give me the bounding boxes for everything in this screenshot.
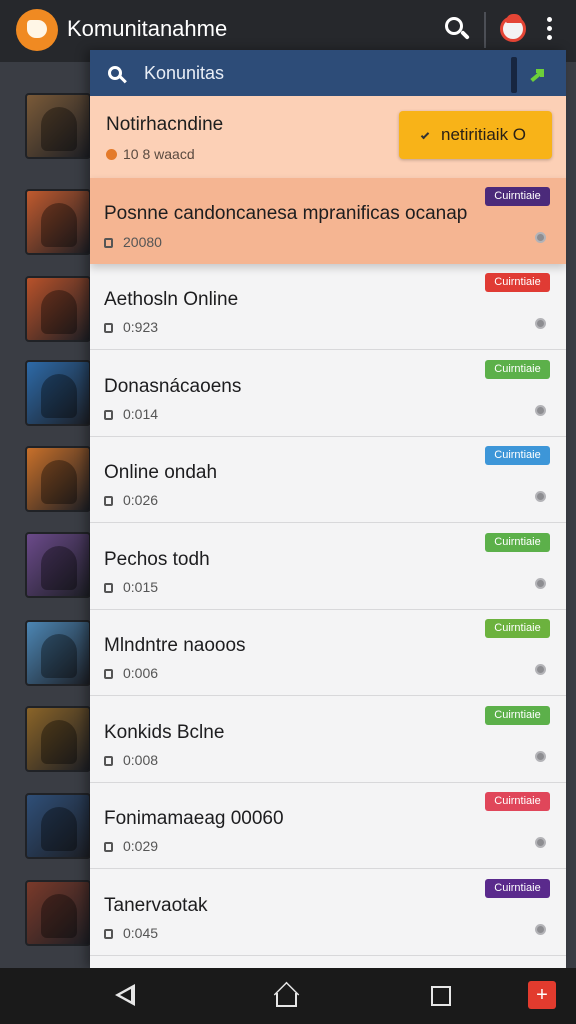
calendar-icon (104, 669, 113, 679)
clock-icon (106, 149, 117, 160)
notification-meta: 10 8 waacd (106, 146, 195, 162)
status-badge: Cuirntiaie (485, 619, 550, 638)
game-thumbnail[interactable] (25, 620, 91, 686)
calendar-icon (104, 496, 113, 506)
status-dot-icon (535, 404, 546, 416)
status-badge: Cuirntiaie (485, 273, 550, 292)
game-thumbnail[interactable] (25, 532, 91, 598)
list-item[interactable]: Tanervaotak 0:045 Cuirntiaie (90, 870, 566, 956)
list-item-meta: 0:008 (104, 752, 158, 768)
panel-search-bar[interactable]: Konunitas (90, 50, 566, 96)
status-dot-icon (535, 232, 546, 243)
system-navbar: + (0, 968, 576, 1024)
list-item-title: Konkids Bclne (104, 721, 225, 743)
avatar-icon[interactable] (500, 14, 526, 42)
featured-meta: 20080 (104, 234, 162, 250)
game-thumbnail[interactable] (25, 793, 91, 859)
status-dot-icon (535, 837, 546, 848)
status-dot-icon (535, 577, 546, 589)
list-item-title: Donasnácaoens (104, 375, 242, 397)
calendar-icon (104, 755, 113, 766)
list-item-title: Pechos todh (104, 548, 210, 570)
game-thumbnail[interactable] (25, 446, 91, 512)
list-item-meta: 0:029 (104, 838, 158, 854)
status-dot-icon (535, 318, 546, 329)
status-badge: Cuirntiaie (485, 446, 550, 465)
status-badge: Cuirntiaie (485, 878, 550, 898)
check-icon (420, 130, 430, 140)
kebab-menu-icon[interactable] (546, 17, 554, 43)
status-badge: Cuirntiaie (485, 359, 550, 379)
game-thumbnail[interactable] (25, 189, 91, 255)
calendar-icon (104, 409, 113, 420)
community-panel: Konunitas Notirhacndine 10 8 waacd netir… (90, 50, 566, 968)
featured-row[interactable]: Posnne candoncanesa mpranificas ocanap 2… (90, 178, 566, 264)
search-input[interactable]: Konunitas (144, 63, 224, 84)
status-badge: Cuirntiaie (485, 792, 550, 811)
status-dot-icon (535, 664, 546, 675)
featured-title: Posnne candoncanesa mpranificas ocanap (104, 203, 468, 224)
calendar-icon (104, 928, 113, 939)
list-item[interactable]: Fonimamaeag 00060 0:029 Cuirntiaie (90, 783, 566, 869)
list-item-meta: 0:026 (104, 492, 158, 508)
status-badge: Cuirntiaie (485, 532, 550, 552)
list-item-title: Tanervaotak (104, 894, 208, 916)
list-item-meta: 0:045 (104, 925, 158, 941)
status-dot-icon (535, 750, 546, 762)
calendar-icon (104, 582, 113, 593)
calendar-icon (104, 238, 113, 248)
list-item[interactable]: Aethosln Online 0:923 Cuirntiaie (90, 264, 566, 350)
list-item-title: Aethosln Online (104, 289, 239, 310)
list-item[interactable]: Donasnácaoens 0:014 Cuirntiaie (90, 351, 566, 437)
list-item-title: Fonimamaeag 00060 (104, 808, 284, 829)
calendar-icon (104, 842, 113, 852)
divider (484, 12, 486, 48)
status-badge: Cuirntiaie (485, 187, 550, 206)
list-item-meta: 0:014 (104, 406, 158, 422)
list-item[interactable]: Pechos todh 0:015 Cuirntiaie (90, 524, 566, 610)
notification-title: Notirhacndine (106, 114, 224, 135)
list-item-meta: 0:923 (104, 319, 158, 335)
search-icon[interactable] (436, 10, 476, 50)
status-badge: Cuirntiaie (485, 705, 550, 725)
game-thumbnail[interactable] (25, 93, 91, 159)
game-thumbnail[interactable] (25, 360, 91, 426)
notification-card[interactable]: Notirhacndine 10 8 waacd netiritiaik O (90, 96, 566, 178)
recents-icon[interactable] (431, 986, 451, 1006)
calendar-icon (104, 323, 113, 333)
game-thumbnail[interactable] (25, 706, 91, 772)
app-logo-icon[interactable] (16, 9, 58, 51)
plus-icon[interactable]: + (528, 981, 556, 1009)
list-item-title: Mlndntre naooos (104, 635, 246, 656)
scroll-handle[interactable] (511, 57, 517, 93)
game-thumbnail[interactable] (25, 276, 91, 342)
list-item[interactable]: Konkids Bclne 0:008 Cuirntiaie (90, 697, 566, 783)
list-item-meta: 0:006 (104, 665, 158, 681)
app-title: Komunitanahme (67, 16, 228, 41)
game-thumbnail[interactable] (25, 880, 91, 946)
list-item-title: Online ondah (104, 462, 218, 483)
status-dot-icon (535, 923, 546, 935)
list-item[interactable]: Mlndntre naooos 0:006 Cuirntiaie (90, 610, 566, 696)
list-item-meta: 0:015 (104, 579, 158, 595)
list-item[interactable]: Online ondah 0:026 Cuirntiaie (90, 437, 566, 523)
status-dot-icon (535, 491, 546, 502)
notification-action-button[interactable]: netiritiaik O (399, 111, 552, 159)
